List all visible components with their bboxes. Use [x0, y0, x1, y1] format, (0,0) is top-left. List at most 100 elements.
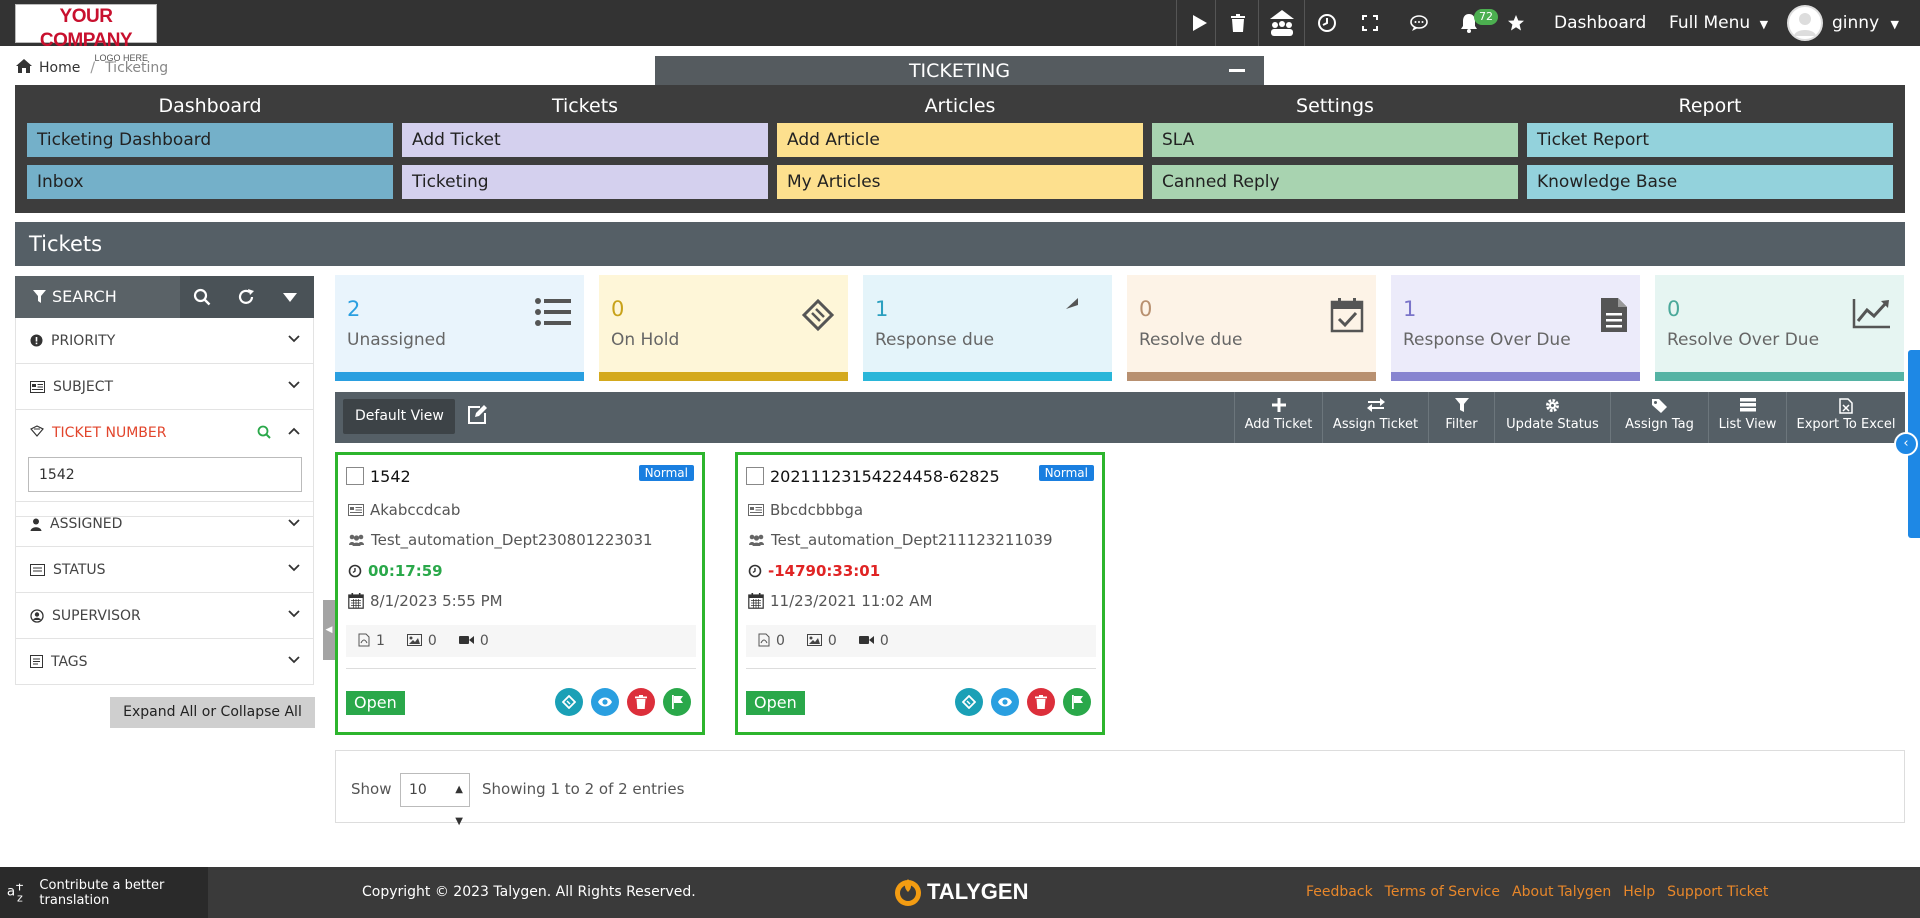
stat-resolve-over-due[interactable]: 0 Resolve Over Due	[1655, 275, 1904, 381]
stat-response-due[interactable]: 1 Response due	[863, 275, 1112, 381]
ticket-card[interactable]: 20211123154224458-62825 Normal Bbcdcbbbg…	[735, 452, 1105, 735]
footer-link-feedback[interactable]: Feedback	[1306, 867, 1373, 918]
stat-resolve-due[interactable]: 0 Resolve due	[1127, 275, 1376, 381]
clock-icon[interactable]	[1304, 0, 1348, 46]
menu-add-article[interactable]: Add Article	[777, 123, 1143, 157]
breadcrumb-home[interactable]: Home	[39, 60, 80, 76]
priority-badge: Normal	[638, 465, 694, 481]
ticket-number-input[interactable]	[28, 457, 302, 492]
video-count[interactable]: 0	[858, 633, 889, 649]
filter-priority[interactable]: PRIORITY	[15, 318, 314, 364]
filter-assigned[interactable]: ASSIGNED	[15, 501, 314, 547]
minimize-icon[interactable]	[1228, 57, 1246, 85]
trash-icon[interactable]	[1215, 0, 1259, 46]
edit-icon[interactable]	[466, 404, 490, 428]
list-view-button[interactable]: List View	[1708, 392, 1786, 443]
toolbar-label: List View	[1718, 417, 1777, 432]
menu-column-articles: Articles	[924, 95, 996, 117]
breadcrumb: Home / Ticketing	[15, 58, 168, 78]
stat-response-over-due[interactable]: 1 Response Over Due	[1391, 275, 1640, 381]
pdf-count[interactable]: 1	[358, 633, 385, 649]
ticket-department: Test_automation_Dept211123211039	[771, 531, 1053, 549]
ticket-card[interactable]: 1542 Normal Akabccdcab Test_automation_D…	[335, 452, 705, 735]
footer-link-help[interactable]: Help	[1623, 867, 1655, 918]
image-count[interactable]: 0	[406, 633, 437, 649]
ticket-checkbox[interactable]	[746, 467, 764, 485]
stat-on-hold[interactable]: 0 On Hold	[599, 275, 848, 381]
menu-sla[interactable]: SLA	[1152, 123, 1518, 157]
flag-icon[interactable]	[1063, 688, 1091, 716]
sidebar-collapse-handle[interactable]: ◀	[323, 600, 335, 660]
stat-label: Response Over Due	[1403, 330, 1571, 350]
footer-link-support[interactable]: Support Ticket	[1667, 867, 1768, 918]
tag-icon[interactable]	[955, 688, 983, 716]
footer-link-terms[interactable]: Terms of Service	[1385, 867, 1500, 918]
assign-ticket-button[interactable]: Assign Ticket	[1322, 392, 1428, 443]
menu-inbox[interactable]: Inbox	[27, 165, 393, 199]
filter-icon	[33, 290, 46, 303]
filter-supervisor[interactable]: SUPERVISOR	[15, 593, 314, 639]
assign-tag-button[interactable]: Assign Tag	[1610, 392, 1708, 443]
footer-links: Feedback Terms of Service About Talygen …	[1306, 867, 1768, 918]
ticket-number[interactable]: 1542	[370, 467, 411, 486]
chevron-up-icon	[288, 427, 300, 435]
home-icon[interactable]	[15, 58, 33, 78]
menu-column-tickets: Tickets	[551, 95, 619, 117]
company-logo[interactable]: YOUR COMPANY LOGO HERE	[15, 4, 157, 63]
menu-ticketing[interactable]: Ticketing	[402, 165, 768, 199]
search-icon[interactable]	[180, 276, 224, 318]
image-count[interactable]: 0	[806, 633, 837, 649]
status-icon	[30, 563, 45, 576]
fullscreen-icon[interactable]	[1348, 0, 1392, 46]
view-icon[interactable]	[991, 688, 1019, 716]
expand-collapse-button[interactable]: Expand All or Collapse All	[110, 697, 315, 728]
full-menu-dropdown[interactable]: Full Menu ▼	[1669, 0, 1768, 46]
svg-text:z: z	[17, 891, 23, 904]
delete-icon[interactable]	[627, 688, 655, 716]
breadcrumb-separator: /	[90, 60, 96, 76]
ticket-number[interactable]: 20211123154224458-62825	[770, 467, 1000, 486]
menu-ticketing-dashboard[interactable]: Ticketing Dashboard	[27, 123, 393, 157]
delete-icon[interactable]	[1027, 688, 1055, 716]
team-icon[interactable]	[1258, 0, 1304, 46]
menu-my-articles[interactable]: My Articles	[777, 165, 1143, 199]
filter-subject[interactable]: SUBJECT	[15, 364, 314, 410]
play-icon[interactable]	[1176, 0, 1220, 46]
filter-status[interactable]: STATUS	[15, 547, 314, 593]
export-to-excel-button[interactable]: Export To Excel	[1786, 392, 1905, 443]
user-menu[interactable]: ginny ▼	[1832, 0, 1899, 46]
chat-icon[interactable]	[1397, 0, 1441, 46]
menu-add-ticket[interactable]: Add Ticket	[402, 123, 768, 157]
view-icon[interactable]	[591, 688, 619, 716]
translate-icon: az	[7, 883, 23, 904]
ticket-checkbox[interactable]	[346, 467, 364, 485]
filter-tags[interactable]: TAGS	[15, 639, 314, 685]
filter-button[interactable]: Filter	[1428, 392, 1494, 443]
video-count-value: 0	[479, 633, 489, 649]
star-icon[interactable]	[1494, 0, 1538, 46]
footer-link-about[interactable]: About Talygen	[1512, 867, 1611, 918]
avatar[interactable]	[1787, 5, 1823, 41]
refresh-icon[interactable]	[224, 276, 268, 318]
stat-unassigned[interactable]: 2 Unassigned	[335, 275, 584, 381]
pdf-count[interactable]: 0	[758, 633, 785, 649]
caret-down-icon[interactable]	[268, 276, 312, 318]
excel-icon	[1787, 392, 1905, 416]
flag-icon[interactable]	[663, 688, 691, 716]
entries-summary: Showing 1 to 2 of 2 entries	[482, 780, 685, 798]
arrow-left-icon[interactable]: ‹	[1894, 432, 1918, 456]
ticket-department-row: Test_automation_Dept211123211039	[748, 531, 1053, 549]
menu-canned-reply[interactable]: Canned Reply	[1152, 165, 1518, 199]
menu-ticket-report[interactable]: Ticket Report	[1527, 123, 1893, 157]
menu-knowledge-base[interactable]: Knowledge Base	[1527, 165, 1893, 199]
page-size-select[interactable]: 10 ▲ ▼	[400, 773, 470, 827]
update-status-button[interactable]: Update Status	[1494, 392, 1610, 443]
dashboard-link[interactable]: Dashboard	[1554, 0, 1646, 46]
tag-icon[interactable]	[555, 688, 583, 716]
video-count[interactable]: 0	[458, 633, 489, 649]
filter-label: ASSIGNED	[50, 516, 123, 532]
translate-button[interactable]: az Contribute a better translation	[0, 867, 208, 918]
add-ticket-button[interactable]: Add Ticket	[1234, 392, 1322, 443]
default-view-dropdown[interactable]: Default View ▼	[343, 399, 455, 458]
translate-label: Contribute a better translation	[39, 877, 165, 908]
